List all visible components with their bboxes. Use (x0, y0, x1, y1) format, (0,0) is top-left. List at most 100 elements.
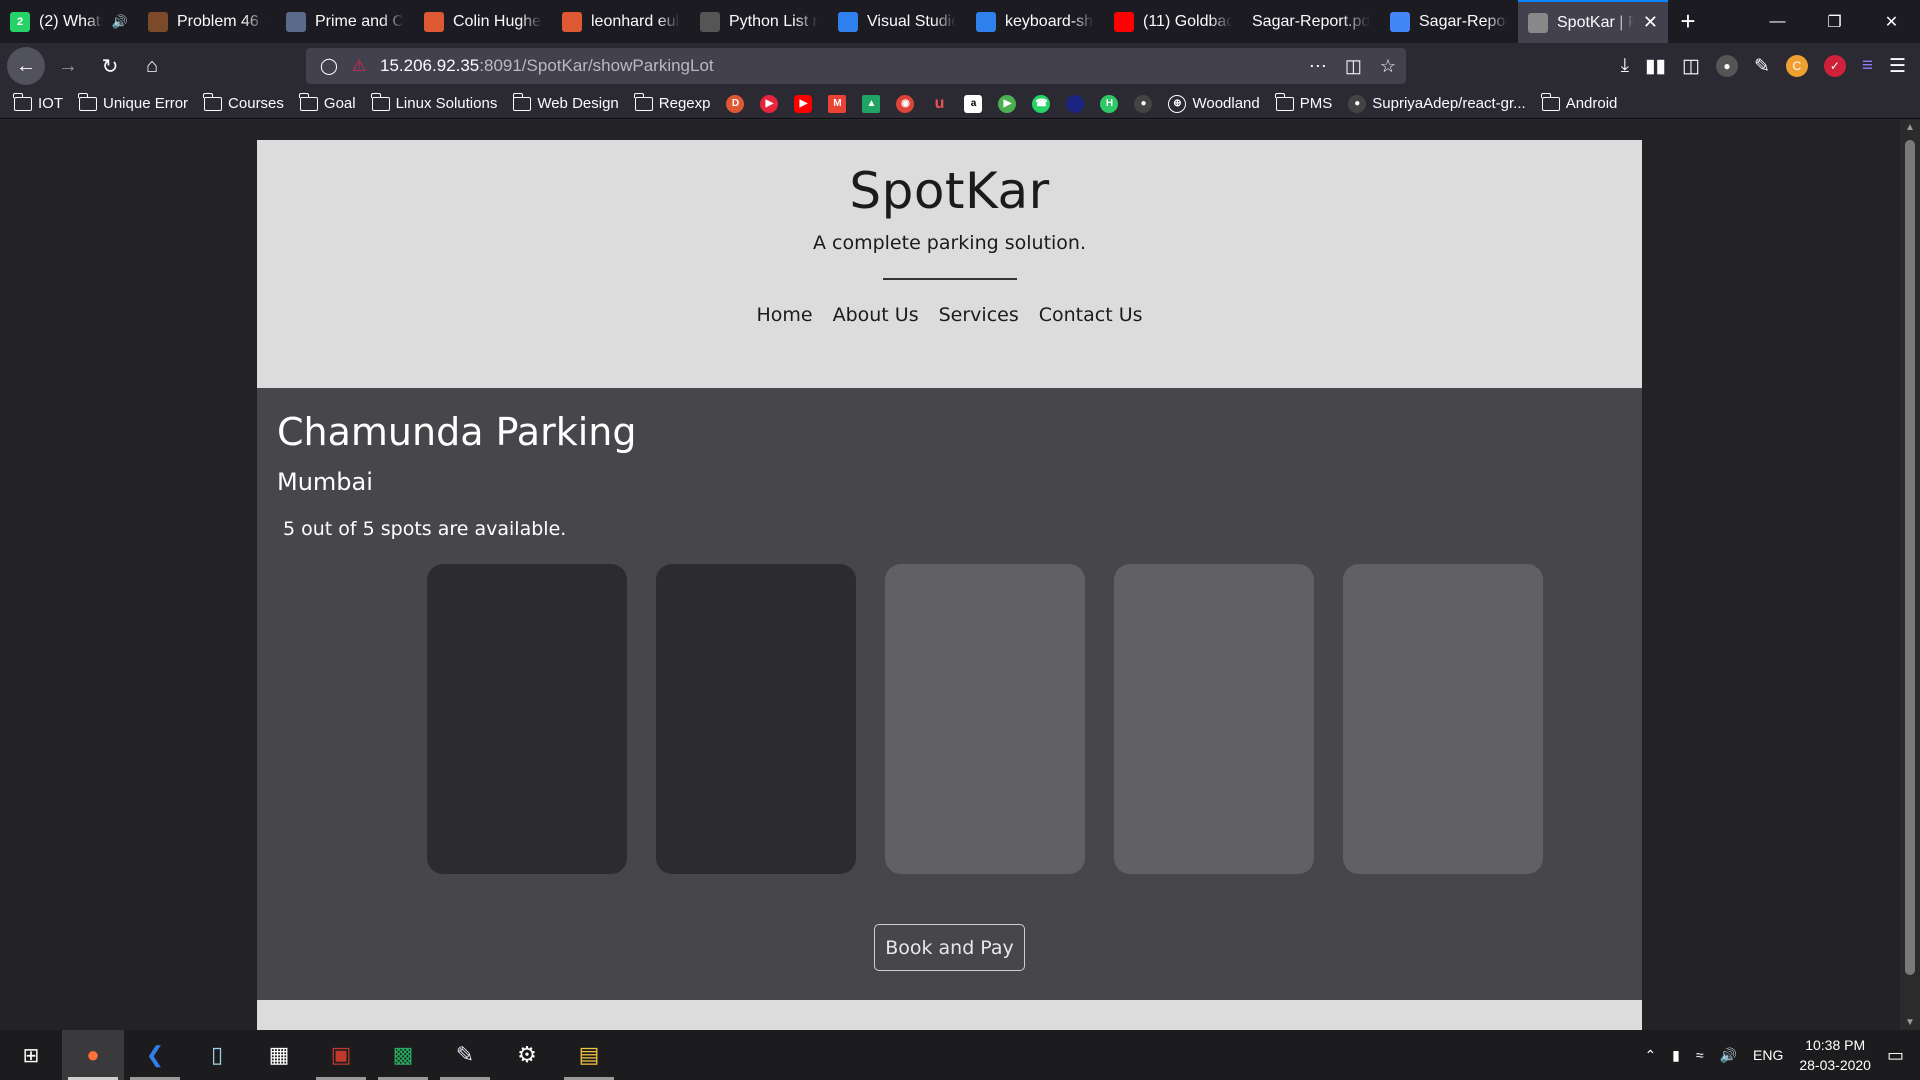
home-button[interactable]: ⌂ (133, 47, 171, 85)
bookmark-duckduckgo[interactable]: D (726, 94, 745, 113)
close-tab-icon[interactable]: ✕ (1643, 12, 1658, 33)
home-icon: ⌂ (145, 54, 159, 77)
notifications-icon[interactable]: ▭ (1887, 1045, 1904, 1066)
bookmark-blue[interactable] (1066, 94, 1085, 113)
pen-extension-icon[interactable]: ✎ (1754, 55, 1770, 78)
volume-icon[interactable]: 🔊 (1720, 1047, 1737, 1064)
browser-tab[interactable]: Prime and Composite (276, 0, 414, 43)
book-and-pay-button[interactable]: Book and Pay (874, 924, 1025, 971)
bookmark-amazon[interactable]: a (964, 94, 983, 113)
browser-tab[interactable]: Colin Hughes (414, 0, 552, 43)
insecure-lock-icon[interactable]: ⚠ (346, 56, 372, 76)
chevron-up-icon[interactable]: ⌃ (1644, 1047, 1656, 1064)
browser-tab[interactable]: (11) Goldbach (1104, 0, 1242, 43)
bookmark-whatsapp[interactable]: ☎ (1032, 94, 1051, 113)
bookmark-folder-regexp[interactable]: Regexp (634, 92, 710, 112)
speaker-icon[interactable]: 🔊 (112, 14, 128, 30)
menu-hamburger-icon[interactable]: ☰ (1889, 55, 1906, 78)
nav-services[interactable]: Services (939, 304, 1019, 326)
browser-tab[interactable]: leonhard euler (552, 0, 690, 43)
settings-taskbar-icon[interactable]: ⚙ (496, 1030, 558, 1080)
bookmark-folder-courses[interactable]: Courses (203, 92, 284, 112)
vscode-icon (838, 11, 858, 32)
url-text[interactable]: 15.206.92.35:8091/SpotKar/showParkingLot (380, 56, 714, 76)
browser-tab[interactable]: keyboard-shortcuts (966, 0, 1104, 43)
bookmark-folder-android[interactable]: Android (1541, 92, 1617, 112)
winrar-taskbar-icon[interactable]: ▣ (310, 1030, 372, 1080)
extension-red-icon[interactable]: ✓ (1823, 55, 1846, 77)
page-actions-icon[interactable]: ⋯ (1309, 56, 1327, 77)
bookmark-folder-goal[interactable]: Goal (299, 92, 356, 112)
windows-start-icon[interactable]: ⊞ (0, 1030, 62, 1080)
bookmark-github[interactable]: ● (1134, 94, 1153, 113)
parking-spot-5[interactable] (1343, 564, 1543, 874)
library-icon[interactable]: ▮▮ (1645, 55, 1666, 78)
bookmark-label: IOT (38, 95, 63, 112)
browser-tab[interactable]: Python List remove (690, 0, 828, 43)
page-scrollbar[interactable]: ▲ ▼ (1900, 120, 1920, 1030)
shield-icon[interactable]: ◯ (316, 56, 342, 76)
office-taskbar-icon[interactable]: ▩ (372, 1030, 434, 1080)
nav-home[interactable]: Home (756, 304, 812, 326)
page-viewport: SpotKar A complete parking solution. Hom… (0, 120, 1920, 1030)
bookmarks-bar: IOT Unique Error Courses Goal Linux Solu… (0, 89, 1920, 119)
scroll-up-icon[interactable]: ▲ (1900, 122, 1920, 133)
reload-button[interactable]: ↻ (91, 47, 129, 85)
url-bar[interactable]: ◯ ⚠ 15.206.92.35:8091/SpotKar/showParkin… (306, 48, 1406, 84)
language-indicator[interactable]: ENG (1753, 1047, 1783, 1063)
browser-tab[interactable]: Visual Studio Code (828, 0, 966, 43)
bookmark-drive[interactable]: ▲ (862, 94, 881, 113)
scrollbar-thumb[interactable] (1905, 140, 1915, 975)
calculator-taskbar-icon[interactable]: ▦ (248, 1030, 310, 1080)
bookmark-youtube[interactable]: ▶ (794, 94, 813, 113)
back-button[interactable]: ← (7, 47, 45, 85)
browser-tab[interactable]: Problem 46 - Project Euler (138, 0, 276, 43)
nav-about-us[interactable]: About Us (833, 304, 919, 326)
restore-icon[interactable]: ❐ (1806, 0, 1863, 43)
nav-contact-us[interactable]: Contact Us (1039, 304, 1143, 326)
new-tab-button[interactable]: + (1668, 0, 1708, 43)
bookmark-supriya[interactable]: ● SupriyaAdep/react-gr... (1348, 94, 1526, 113)
sidebar-icon[interactable]: ◫ (1682, 55, 1700, 78)
notepad-taskbar-icon[interactable]: ▯ (186, 1030, 248, 1080)
parking-lot-city: Mumbai (277, 468, 373, 496)
parking-spot-2[interactable] (656, 564, 856, 874)
extension-c-icon[interactable]: C (1785, 55, 1808, 77)
extension-avatar-icon[interactable]: ● (1715, 55, 1738, 77)
extension-list-icon[interactable]: ≡ (1862, 55, 1873, 77)
browser-tab[interactable]: Sagar-Report.pdf (1242, 0, 1380, 43)
file-explorer-taskbar-icon[interactable]: ▤ (558, 1030, 620, 1080)
wifi-icon[interactable]: ≈ (1696, 1047, 1704, 1063)
bookmark-folder-iot[interactable]: IOT (13, 92, 63, 112)
bookmark-play[interactable]: ▶ (998, 94, 1017, 113)
close-window-icon[interactable]: ✕ (1863, 0, 1920, 43)
bookmark-gmail[interactable]: M (828, 94, 847, 113)
bookmark-woodland[interactable]: ⊕ Woodland (1168, 94, 1260, 113)
browser-tab[interactable]: 2 (2) WhatsApp 🔊 (0, 0, 138, 43)
parking-spot-3[interactable] (885, 564, 1085, 874)
bookmark-folder-pms[interactable]: PMS (1275, 92, 1332, 112)
tab-title: Sagar-Report.pdf (1252, 12, 1370, 30)
parking-spot-4[interactable] (1114, 564, 1314, 874)
pocket-icon[interactable]: ◫ (1345, 56, 1362, 77)
bookmark-cast[interactable]: ▶ (760, 94, 779, 113)
editor-taskbar-icon[interactable]: ✎ (434, 1030, 496, 1080)
parking-spot-1[interactable] (427, 564, 627, 874)
minimize-icon[interactable]: — (1749, 0, 1806, 43)
battery-icon[interactable]: ▮ (1672, 1047, 1680, 1064)
browser-tab[interactable]: SpotKar | Parking ✕ (1518, 0, 1668, 43)
bookmark-folder-web-design[interactable]: Web Design (512, 92, 619, 112)
bookmark-folder-linux-solutions[interactable]: Linux Solutions (370, 92, 497, 112)
bookmark-star-icon[interactable]: ☆ (1380, 56, 1396, 77)
forward-button[interactable]: → (49, 47, 87, 85)
download-icon[interactable]: ⤓ (1621, 55, 1629, 77)
browser-tab[interactable]: Sagar-Report (1380, 0, 1518, 43)
vscode-taskbar-icon[interactable]: ❮ (124, 1030, 186, 1080)
bookmark-folder-unique-error[interactable]: Unique Error (78, 92, 188, 112)
scroll-down-icon[interactable]: ▼ (1900, 1017, 1920, 1028)
clock[interactable]: 10:38 PM 28-03-2020 (1799, 1035, 1871, 1075)
bookmark-udemy[interactable]: u (930, 95, 948, 113)
bookmark-chrome[interactable]: ◉ (896, 94, 915, 113)
firefox-taskbar-icon[interactable]: ● (62, 1030, 124, 1080)
bookmark-hackerrank[interactable]: H (1100, 94, 1119, 113)
